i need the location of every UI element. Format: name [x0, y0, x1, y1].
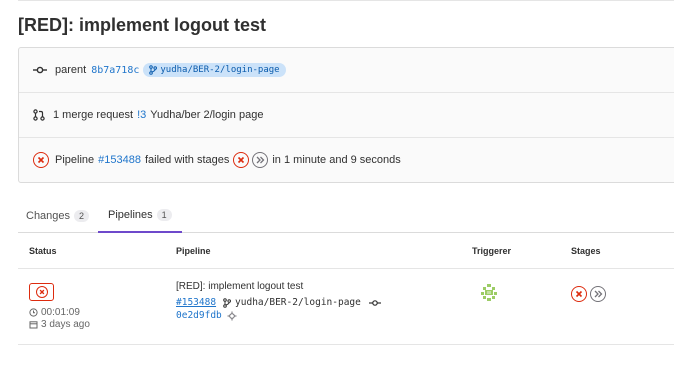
- pipeline-duration-value: 00:01:09: [41, 307, 80, 318]
- parent-label: parent: [55, 64, 87, 76]
- stage-failed-icon[interactable]: [233, 151, 250, 168]
- merge-request-row: 1 merge request !3 Yudha/ber 2/login pag…: [19, 92, 674, 136]
- pipeline-label: Pipeline: [55, 153, 95, 166]
- pipeline-finished-value: 3 days ago: [41, 319, 90, 330]
- pipeline-sha-link[interactable]: 0e2d9fdb: [176, 310, 222, 321]
- table-bottom-divider: [18, 344, 674, 345]
- parent-branch-link[interactable]: yudha/BER-2/login-page: [143, 63, 286, 77]
- column-header-triggerer: Triggerer: [472, 246, 512, 256]
- merge-request-icon: [33, 108, 45, 121]
- tab-changes-count: 2: [74, 210, 90, 222]
- pipeline-stages: [571, 286, 606, 302]
- clock-icon: [29, 308, 38, 317]
- pipeline-id-link[interactable]: #153488: [176, 297, 216, 308]
- pipeline-row: Pipeline #153488 failed with stages in 1…: [19, 137, 674, 181]
- commit-info-box: parent 8b7a718c yudha/BER-2/login-page 1…: [18, 47, 674, 183]
- branch-icon: [223, 297, 232, 308]
- pipeline-duration: 00:01:09: [29, 307, 80, 318]
- pipeline-finished: 3 days ago: [29, 319, 90, 330]
- stage-failed-icon[interactable]: [571, 286, 587, 302]
- column-header-status: Status: [29, 246, 57, 256]
- mr-ref-link[interactable]: !3: [137, 109, 146, 121]
- merge-request-tabs: Changes 2 Pipelines 1: [18, 199, 674, 233]
- table-header-divider: [18, 268, 674, 269]
- stage-skipped-icon[interactable]: [252, 151, 269, 168]
- column-header-stages: Stages: [571, 246, 601, 256]
- page-title: [RED]: implement logout test: [18, 15, 266, 35]
- pipeline-commit-title: [RED]: implement logout test: [176, 281, 304, 292]
- mr-count-text: 1 merge request: [53, 108, 134, 121]
- status-failed-icon[interactable]: [33, 151, 49, 168]
- pipeline-sha-line: 0e2d9fdb: [176, 310, 237, 321]
- pipeline-status-text: failed with stages: [144, 153, 230, 166]
- stage-skipped-icon[interactable]: [590, 286, 606, 302]
- tab-changes[interactable]: Changes 2: [26, 199, 90, 233]
- commit-icon: [33, 65, 47, 75]
- pipeline-status-badge[interactable]: [29, 283, 54, 301]
- column-header-pipeline: Pipeline: [176, 246, 211, 256]
- pipeline-branch-link[interactable]: yudha/BER-2/login-page: [235, 297, 361, 308]
- commit-icon: [368, 299, 381, 306]
- pipeline-source-icon: [227, 311, 237, 320]
- pipeline-duration-text: in 1 minute and 9 seconds: [272, 153, 401, 166]
- pipeline-id-link[interactable]: #153488: [98, 154, 141, 166]
- triggerer-avatar[interactable]: [478, 282, 500, 304]
- tab-pipelines-label: Pipelines: [108, 209, 153, 221]
- calendar-icon: [29, 321, 38, 329]
- tab-changes-label: Changes: [26, 210, 71, 222]
- status-failed-icon: [35, 286, 48, 298]
- pipeline-ref-line: #153488 yudha/BER-2/login-page: [176, 297, 381, 308]
- parent-branch-label: yudha/BER-2/login-page: [160, 65, 280, 75]
- parent-sha-link[interactable]: 8b7a718c: [91, 65, 139, 76]
- branch-icon: [149, 65, 158, 75]
- tab-pipelines[interactable]: Pipelines 1: [98, 199, 182, 233]
- top-divider: [18, 0, 674, 1]
- mr-title: Yudha/ber 2/login page: [150, 108, 264, 121]
- tab-pipelines-count: 1: [156, 209, 172, 221]
- parent-row: parent 8b7a718c yudha/BER-2/login-page: [19, 48, 674, 92]
